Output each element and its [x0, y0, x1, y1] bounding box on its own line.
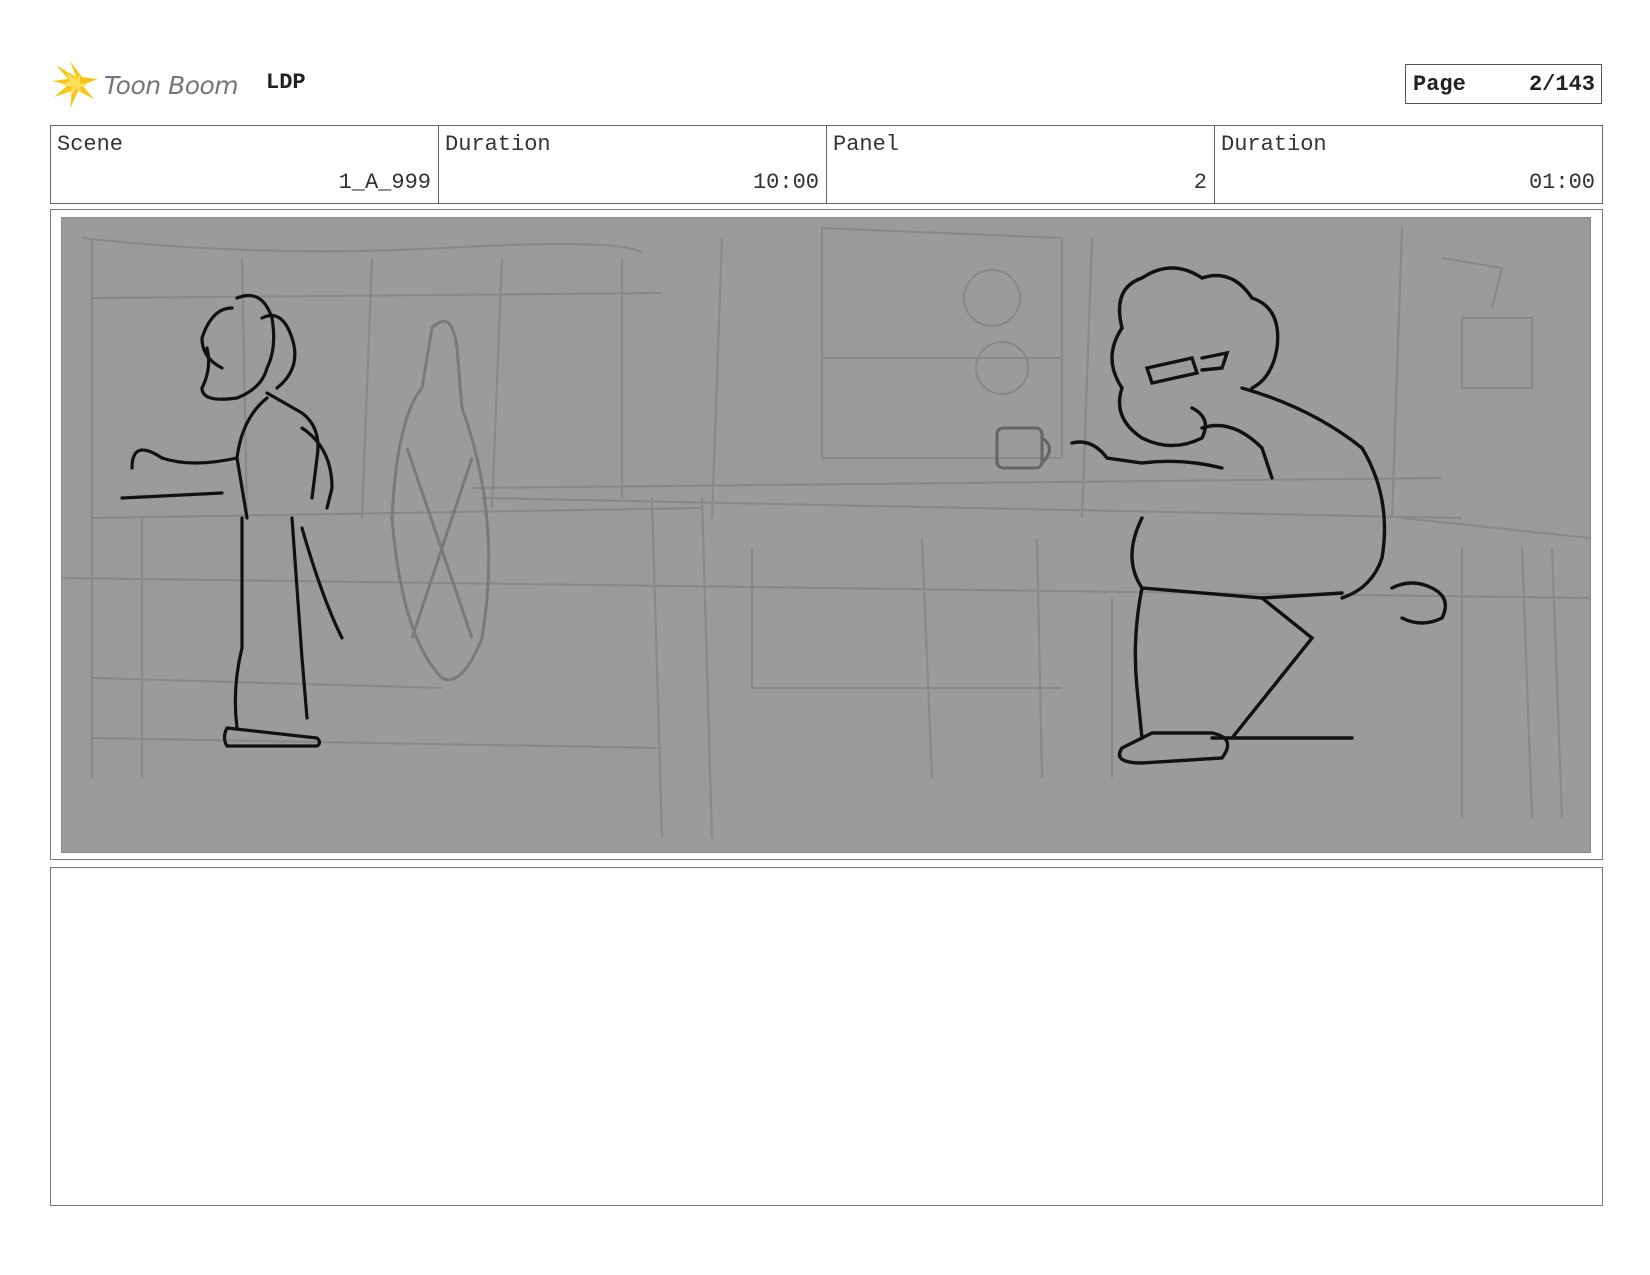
panel-notes-box	[50, 867, 1603, 1206]
sketch-drawing	[62, 218, 1589, 851]
panel-cell: Panel 2	[827, 126, 1215, 203]
panel-frame	[50, 209, 1603, 860]
panel-duration-label: Duration	[1221, 132, 1327, 157]
page-number: 2/143	[1528, 71, 1595, 97]
page-label: Page	[1413, 71, 1466, 97]
scene-info-table: Scene 1_A_999 Duration 10:00 Panel 2 Dur…	[50, 125, 1603, 204]
logo-text: Toon Boom	[104, 70, 239, 100]
toon-boom-logo: Toon Boom	[52, 58, 252, 112]
starburst-icon	[52, 61, 98, 109]
panel-value: 2	[1193, 170, 1207, 195]
scene-duration-value: 10:00	[752, 170, 819, 195]
panel-label: Panel	[833, 132, 900, 157]
storyboard-sketch-image	[61, 217, 1591, 853]
scene-cell: Scene 1_A_999	[51, 126, 439, 203]
panel-duration-cell: Duration 01:00	[1215, 126, 1602, 203]
page-indicator: Page 2/143	[1405, 64, 1602, 104]
panel-duration-value: 01:00	[1528, 170, 1595, 195]
scene-value: 1_A_999	[338, 170, 431, 195]
scene-label: Scene	[57, 132, 124, 157]
scene-duration-cell: Duration 10:00	[439, 126, 827, 203]
project-code: LDP	[266, 70, 306, 95]
scene-duration-label: Duration	[445, 132, 551, 157]
